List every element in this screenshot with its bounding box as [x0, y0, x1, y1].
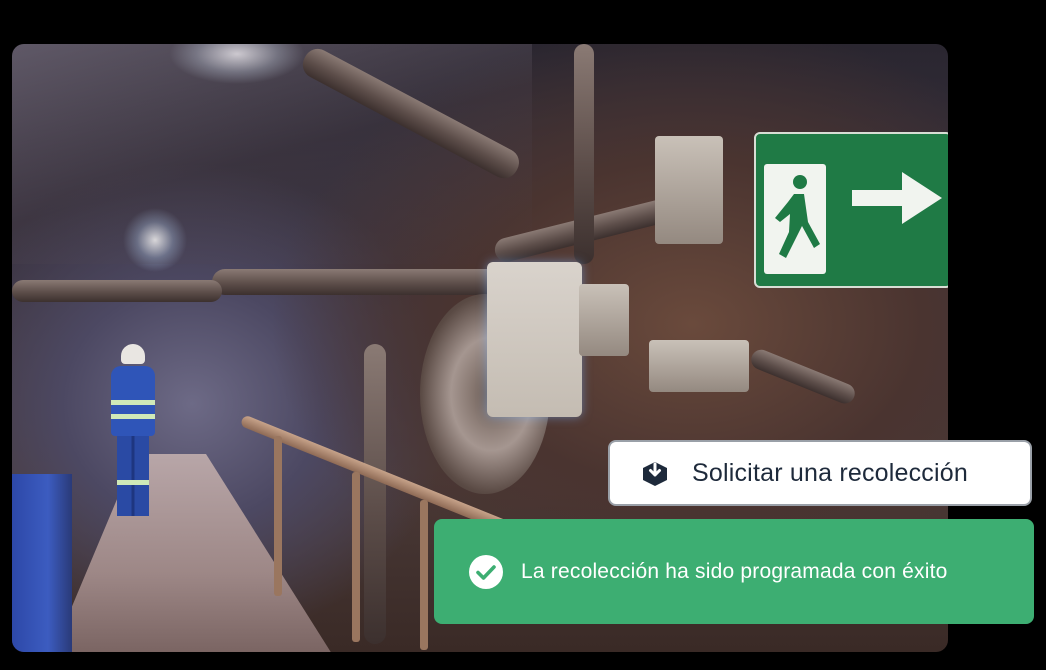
- railing-post: [352, 472, 360, 642]
- check-circle-icon: [469, 554, 503, 589]
- pipe: [748, 346, 858, 407]
- success-toast: La recolección ha sido programada con éx…: [434, 519, 1034, 624]
- junction-box: [649, 340, 749, 392]
- sensor-device: [487, 262, 582, 417]
- pipe: [12, 280, 222, 302]
- request-pickup-button[interactable]: Solicitar una recolección: [608, 440, 1032, 506]
- pipe: [574, 44, 594, 264]
- request-pickup-label: Solicitar una recolección: [692, 458, 968, 487]
- worker-figure: [105, 344, 161, 524]
- success-toast-message: La recolección ha sido programada con éx…: [521, 559, 948, 583]
- exit-arrow-right-icon: [852, 172, 942, 224]
- pipe: [364, 344, 386, 644]
- railing-post: [420, 500, 428, 650]
- emergency-exit-sign: [754, 132, 948, 288]
- pipe: [212, 269, 532, 295]
- railing-post: [274, 436, 282, 596]
- blue-bins: [12, 474, 72, 652]
- walkway-floor: [52, 454, 332, 652]
- package-download-icon: [643, 462, 667, 486]
- junction-box: [655, 136, 723, 244]
- junction-box: [579, 284, 629, 356]
- running-man-icon: [764, 164, 826, 274]
